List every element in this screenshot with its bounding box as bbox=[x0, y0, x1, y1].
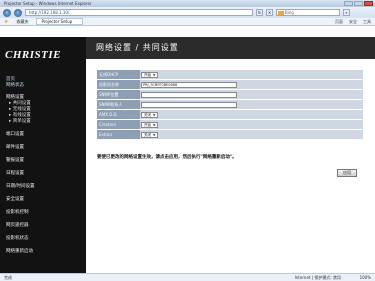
stop-icon[interactable]: ✕ bbox=[266, 9, 273, 16]
zoom-level[interactable]: 100% bbox=[360, 275, 371, 280]
sidebar-link-network-status[interactable]: 网络状态 bbox=[6, 83, 24, 89]
status-bar: 完成 Internet | 保护模式: 禁用 100% bbox=[0, 273, 375, 281]
field-label: 无线DHCP bbox=[97, 70, 140, 79]
sidebar-header: 首页 网络状态 bbox=[6, 77, 24, 89]
security-zone: Internet | 保护模式: 禁用 bbox=[294, 274, 341, 280]
command-bar: 页面 安全 工具 bbox=[335, 19, 371, 25]
sidebar-menu: 网络设置 ▸ 共同设置 ▸ 无线设置 ▸ 有线设置 ▸ 简单设置 端口设置 邮件… bbox=[6, 95, 35, 255]
field-label: SNMP位置 bbox=[97, 90, 140, 99]
form-row-crestron: Crestron 开始 ▼ bbox=[97, 120, 363, 129]
snmp-contact-input[interactable] bbox=[141, 101, 237, 108]
wireless-dhcp-select[interactable]: 开始 ▼ bbox=[141, 71, 159, 78]
toolbar-safety[interactable]: 安全 bbox=[349, 19, 357, 25]
dropdown-arrow-icon: ▼ bbox=[153, 132, 156, 137]
settings-form: 无线DHCP 开始 ▼ 投影机名称 PRJ_3CBFF0BE0686 SNMP位置… bbox=[97, 70, 363, 140]
dropdown-arrow-icon: ▼ bbox=[153, 122, 156, 127]
browser-tab[interactable]: Projector Setup bbox=[36, 18, 84, 25]
maximize-button[interactable] bbox=[354, 1, 363, 6]
sidebar: CHRISTIE 首页 网络状态 网络设置 ▸ 共同设置 ▸ 无线设置 ▸ 有线… bbox=[0, 37, 86, 281]
window-title: Projector Setup - Windows Internet Explo… bbox=[4, 1, 92, 6]
field-label: 投影机名称 bbox=[97, 80, 140, 89]
main-content: 无线DHCP 开始 ▼ 投影机名称 PRJ_3CBFF0BE0686 SNMP位置… bbox=[86, 59, 375, 281]
window-controls bbox=[344, 1, 373, 6]
search-placeholder: Bing bbox=[285, 10, 294, 15]
apply-notice: 要使已更改的网络设置生效，请点击应用，然后执行"网络重新启动"。 bbox=[97, 155, 237, 160]
apply-button[interactable]: 应用 bbox=[337, 169, 357, 177]
form-row-projector-name: 投影机名称 PRJ_3CBFF0BE0686 bbox=[97, 80, 363, 89]
address-toolbar: ‹ › http://192.168.1.10/ ↻ ✕ Bing ⌕ bbox=[0, 7, 375, 18]
close-button[interactable] bbox=[364, 1, 373, 6]
snmp-location-input[interactable] bbox=[141, 91, 237, 98]
field-label: AMX D.D. bbox=[97, 110, 140, 119]
favorites-bar: ★ 收藏夹 Projector Setup 页面 安全 工具 bbox=[0, 18, 375, 26]
christie-logo: CHRISTIE bbox=[5, 49, 61, 61]
minimize-button[interactable] bbox=[344, 1, 353, 6]
field-label: SNMP联系人 bbox=[97, 100, 140, 109]
extron-select[interactable]: 关闭 ▼ bbox=[141, 131, 159, 138]
favorites-star-icon[interactable]: ★ bbox=[4, 19, 8, 25]
refresh-icon[interactable]: ↻ bbox=[256, 9, 263, 16]
toolbar-page[interactable]: 页面 bbox=[335, 19, 343, 25]
search-icon[interactable]: ⌕ bbox=[343, 9, 350, 16]
status-text: 完成 bbox=[4, 274, 12, 280]
amx-select[interactable]: 关闭 ▼ bbox=[141, 111, 159, 118]
field-label: Crestron bbox=[97, 120, 140, 129]
page-title: 网络设置 / 共同设置 bbox=[86, 37, 375, 59]
dropdown-arrow-icon: ▼ bbox=[153, 72, 156, 77]
bing-icon bbox=[278, 11, 284, 15]
forward-icon[interactable]: › bbox=[14, 8, 22, 17]
field-label: Extron bbox=[97, 130, 140, 139]
sidebar-item-simple-settings[interactable]: ▸ 简单设置 bbox=[6, 119, 35, 125]
form-row-snmp-contact: SNMP联系人 bbox=[97, 100, 363, 109]
form-row-wireless-dhcp: 无线DHCP 开始 ▼ bbox=[97, 70, 363, 79]
toolbar-tools[interactable]: 工具 bbox=[363, 19, 371, 25]
favorites-label[interactable]: 收藏夹 bbox=[16, 19, 28, 25]
form-row-snmp-location: SNMP位置 bbox=[97, 90, 363, 99]
form-row-extron: Extron 关闭 ▼ bbox=[97, 130, 363, 139]
window-titlebar: Projector Setup - Windows Internet Explo… bbox=[0, 0, 375, 7]
projector-name-input[interactable]: PRJ_3CBFF0BE0686 bbox=[141, 81, 237, 88]
sidebar-item-datetime-settings[interactable]: 日期/时间设置 bbox=[6, 184, 35, 190]
crestron-select[interactable]: 开始 ▼ bbox=[141, 121, 159, 128]
address-bar[interactable]: http://192.168.1.10/ bbox=[25, 9, 253, 16]
form-row-amx: AMX D.D. 关闭 ▼ bbox=[97, 110, 363, 119]
dropdown-arrow-icon: ▼ bbox=[153, 112, 156, 117]
back-icon[interactable]: ‹ bbox=[3, 8, 11, 17]
sidebar-item-network-restart[interactable]: 网络重新启动 bbox=[6, 249, 35, 255]
search-input[interactable]: Bing bbox=[276, 9, 340, 16]
